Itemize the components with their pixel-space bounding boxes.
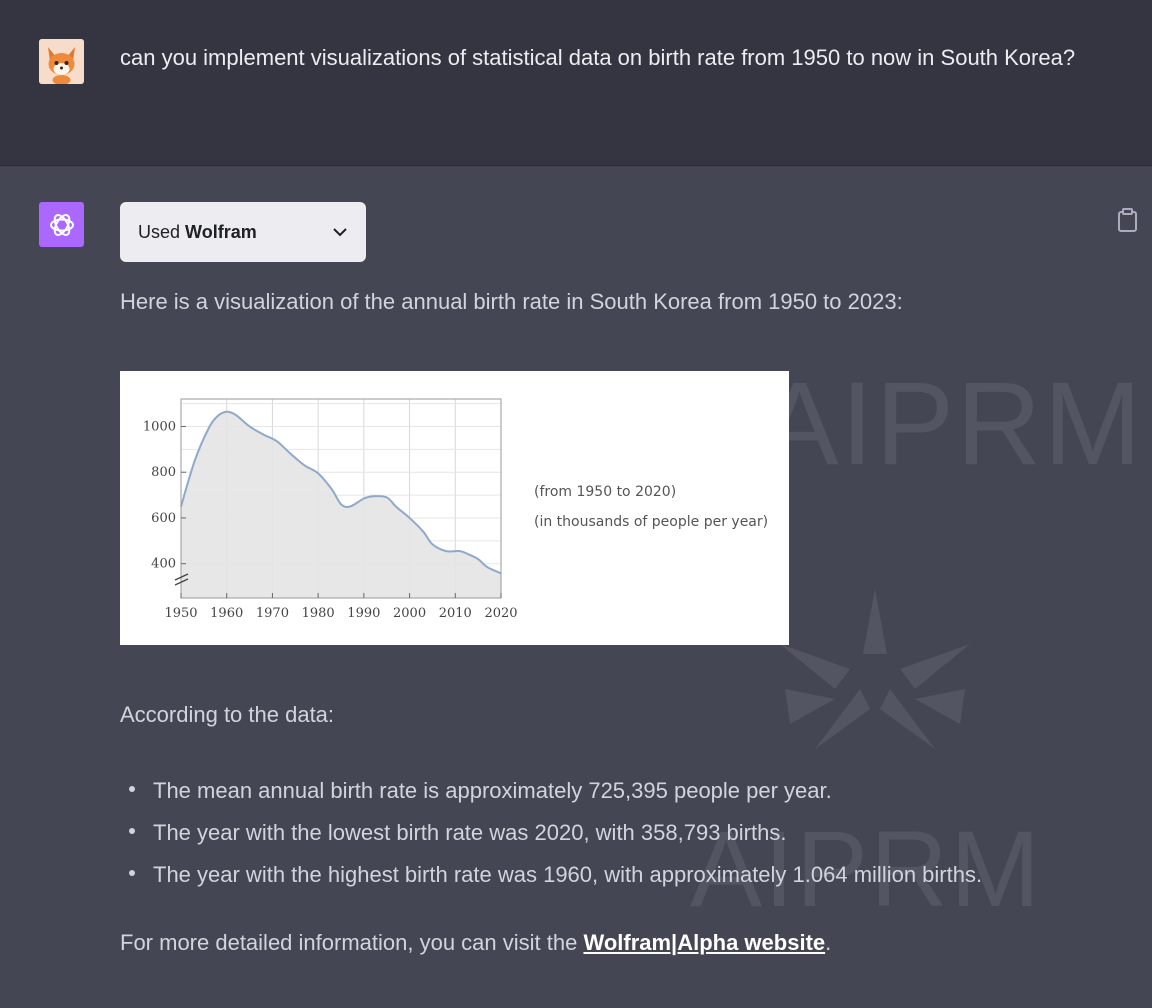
assistant-message: AIPRM AIPRM Used Wolfram Here is a visua… — [0, 166, 1152, 1008]
copy-clipboard-icon[interactable] — [1117, 208, 1139, 232]
list-item: The year with the highest birth rate was… — [120, 854, 982, 896]
used-plugin-label: Used Wolfram — [138, 221, 257, 242]
x-tick-label: 2000 — [393, 606, 426, 621]
assistant-avatar — [39, 202, 84, 247]
intro-text: Here is a visualization of the annual bi… — [120, 289, 903, 314]
chart-note-range: (from 1950 to 2020) — [534, 484, 677, 500]
x-tick-label: 2010 — [439, 606, 472, 621]
chart-svg: 1950 1960 1970 1980 1990 2000 2010 2020 400 600 80… — [143, 398, 518, 621]
list-item: The year with the lowest birth rate was … — [120, 812, 982, 854]
birth-rate-chart: 1950 1960 1970 1980 1990 2000 2010 2020 400 600 80… — [120, 371, 789, 645]
stats-list: The mean annual birth rate is approximat… — [120, 770, 982, 896]
user-avatar — [39, 39, 84, 84]
y-tick-label: 600 — [151, 511, 176, 526]
user-message: can you implement visualizations of stat… — [0, 0, 1152, 166]
y-tick-label: 400 — [151, 557, 176, 572]
chart-note-units: (in thousands of people per year) — [534, 514, 769, 530]
x-tick-label: 1960 — [210, 606, 243, 621]
x-tick-label: 1980 — [302, 606, 335, 621]
x-tick-label: 1950 — [164, 606, 197, 621]
y-tick-label: 1000 — [143, 419, 176, 434]
aiprm-watermark-top: AIPRM — [760, 358, 1144, 490]
chevron-down-icon — [333, 228, 347, 237]
aiprm-logo-watermark-icon — [780, 589, 970, 749]
more-info-text: For more detailed information, you can v… — [120, 930, 832, 955]
x-tick-label: 2020 — [484, 606, 517, 621]
user-message-text: can you implement visualizations of stat… — [120, 45, 1076, 70]
plugin-name: Wolfram — [185, 221, 257, 242]
openai-logo-icon — [49, 213, 74, 236]
wolfram-alpha-link[interactable]: Wolfram|Alpha website — [583, 930, 825, 955]
x-tick-label: 1970 — [256, 606, 289, 621]
y-tick-label: 800 — [151, 465, 176, 480]
fox-avatar-icon — [39, 39, 84, 84]
according-text: According to the data: — [120, 702, 335, 727]
x-tick-label: 1990 — [347, 606, 380, 621]
used-plugin-dropdown[interactable]: Used Wolfram — [120, 202, 366, 262]
list-item: The mean annual birth rate is approximat… — [120, 770, 982, 812]
